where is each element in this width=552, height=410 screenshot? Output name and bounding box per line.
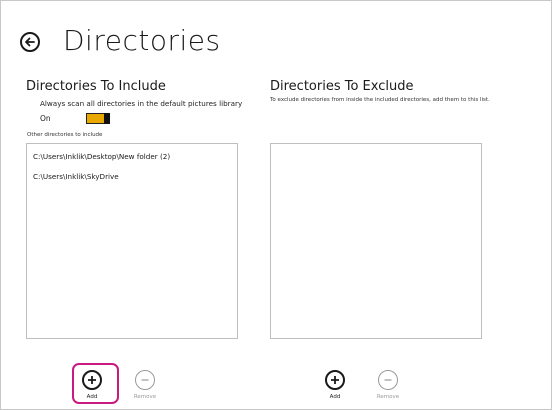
include-directory-list[interactable]: C:\Users\Inklik\Desktop\New folder (2) C…	[26, 143, 238, 339]
exclude-remove-button[interactable]: Remove	[368, 370, 408, 400]
include-heading: Directories To Include	[26, 79, 166, 94]
add-button-label: Add	[86, 394, 98, 400]
plus-circle-icon	[331, 376, 339, 384]
minus-circle-icon	[141, 379, 149, 381]
remove-button-label: Remove	[376, 394, 400, 400]
minus-circle-icon	[384, 379, 392, 381]
other-directories-label: Other directories to include	[27, 132, 103, 138]
list-item[interactable]: C:\Users\Inklik\SkyDrive	[33, 172, 119, 181]
back-button[interactable]	[20, 32, 40, 52]
include-add-button[interactable]: Add	[72, 370, 112, 400]
scan-default-toggle[interactable]	[86, 113, 110, 124]
toggle-state-label: On	[40, 114, 51, 123]
scan-default-description: Always scan all directories in the defau…	[40, 99, 243, 108]
include-remove-button[interactable]: Remove	[125, 370, 165, 400]
list-item[interactable]: C:\Users\Inklik\Desktop\New folder (2)	[33, 152, 170, 161]
exclude-directory-list[interactable]	[270, 143, 482, 339]
plus-circle-icon	[88, 376, 96, 384]
remove-button-label: Remove	[133, 394, 157, 400]
add-button-label: Add	[329, 394, 341, 400]
exclude-heading: Directories To Exclude	[270, 79, 414, 94]
page-title: Directories	[63, 24, 221, 57]
exclude-add-button[interactable]: Add	[315, 370, 355, 400]
back-arrow-icon	[25, 37, 35, 47]
toggle-thumb[interactable]	[104, 113, 110, 124]
exclude-description: To exclude directories from inside the i…	[270, 97, 490, 103]
